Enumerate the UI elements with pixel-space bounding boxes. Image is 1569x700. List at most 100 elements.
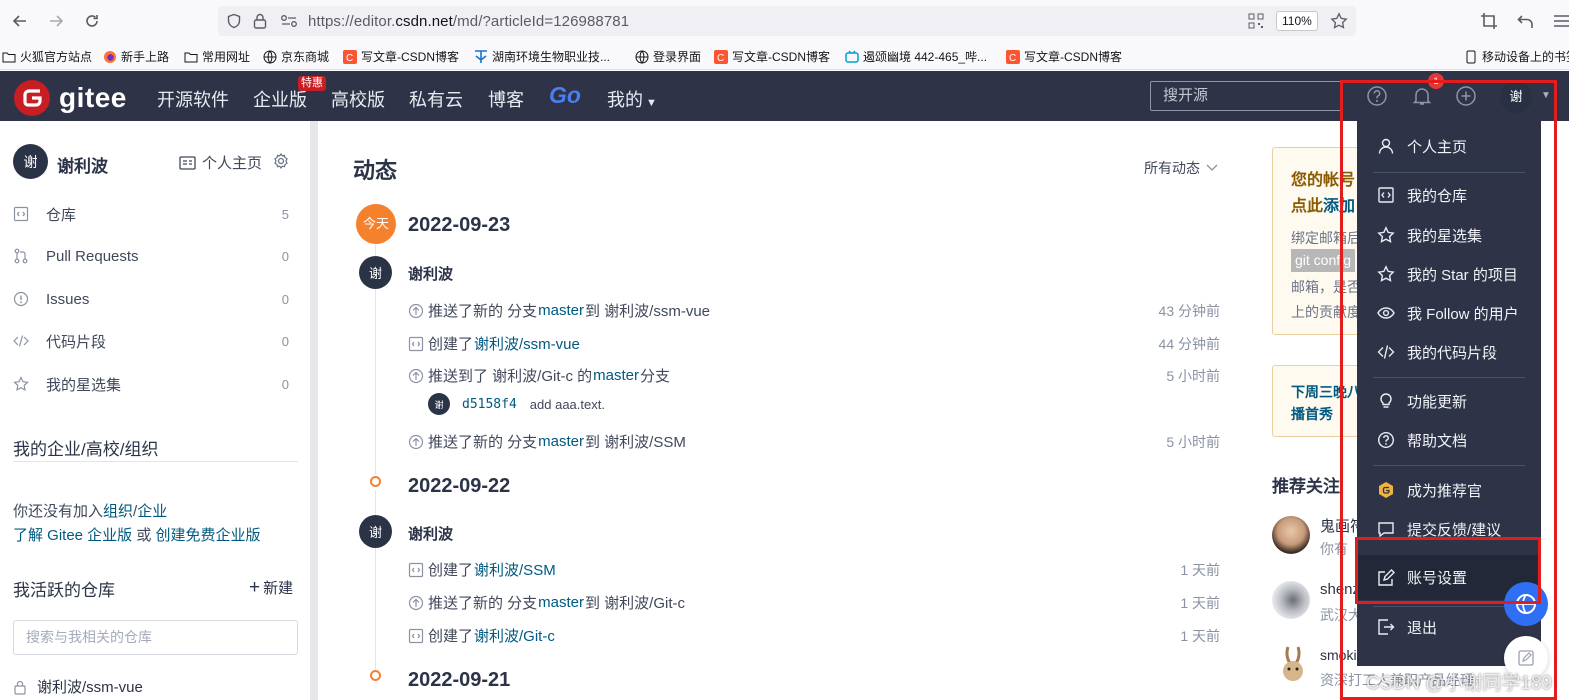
- header-search-input[interactable]: 搜开源: [1150, 81, 1342, 111]
- svg-text:C: C: [346, 53, 353, 64]
- sidebar-scrollbar[interactable]: [310, 121, 318, 700]
- rabbit-avatar[interactable]: [1276, 645, 1310, 685]
- repo-item[interactable]: 谢利波/ssm-vue: [13, 676, 143, 697]
- url-domain: csdn.net: [395, 13, 453, 30]
- csdn-icon: C: [1006, 49, 1020, 64]
- nav-mine[interactable]: 我的 ▼: [607, 86, 657, 112]
- bookmark-item[interactable]: 湖南环境生物职业技...: [474, 48, 610, 65]
- repo-link[interactable]: 谢利波/SSM: [474, 559, 556, 580]
- nav-private-cloud[interactable]: 私有云: [409, 86, 463, 112]
- commit-avatar[interactable]: 谢: [428, 393, 450, 415]
- bookmark-item[interactable]: 常用网址: [184, 48, 250, 65]
- url-text[interactable]: https://editor.csdn.net/md/?articleId=12…: [308, 13, 629, 30]
- permissions-icon[interactable]: [280, 14, 298, 28]
- csdn-icon: C: [714, 49, 728, 64]
- id-card-icon: [179, 155, 196, 170]
- branch-link[interactable]: master: [593, 367, 639, 384]
- url-prefix: https://editor.: [308, 13, 396, 30]
- user-avatar[interactable]: 谢: [359, 515, 392, 548]
- annotation-box: [1340, 80, 1557, 700]
- sidebar-item-issues[interactable]: Issues 0: [13, 289, 303, 309]
- user-avatar[interactable]: [1272, 516, 1310, 554]
- back-button[interactable]: [6, 7, 34, 35]
- bookmark-item[interactable]: C 写文章-CSDN博客: [714, 48, 830, 65]
- forward-button[interactable]: [42, 7, 70, 35]
- gitee-logo[interactable]: gitee: [14, 80, 127, 116]
- browser-toolbar: https://editor.csdn.net/md/?articleId=12…: [0, 0, 1569, 42]
- bookmark-item[interactable]: 京东商城: [263, 48, 329, 65]
- push-icon: [408, 434, 424, 449]
- commit-message: add aaa.text.: [529, 396, 605, 412]
- gitee-logo-icon: [14, 80, 50, 116]
- nav-blog[interactable]: 博客: [488, 86, 524, 112]
- pull-request-icon: [14, 248, 28, 264]
- repo-search-input[interactable]: 搜索与我相关的仓库: [13, 620, 298, 655]
- timeline-dot: [370, 476, 381, 487]
- repo-link[interactable]: 谢利波/Git-c: [474, 625, 555, 646]
- issue-icon: [13, 291, 29, 307]
- activity-time: 1 天前: [1180, 561, 1220, 578]
- bookmark-item[interactable]: C 写文章-CSDN博客: [343, 48, 459, 65]
- school-logo-icon: [475, 49, 487, 63]
- new-repo-button[interactable]: + 新建: [249, 577, 293, 598]
- branch-link[interactable]: master: [538, 302, 584, 319]
- bookmark-item[interactable]: 火狐官方站点: [2, 48, 92, 65]
- user-name[interactable]: 谢利波: [57, 152, 108, 177]
- bookmark-item[interactable]: 登录界面: [635, 48, 701, 65]
- user-avatar[interactable]: 谢: [13, 144, 48, 179]
- bookmark-item[interactable]: 遏颂幽境 442-465_哔...: [845, 48, 987, 65]
- branch-link[interactable]: master: [538, 433, 584, 450]
- branch-link[interactable]: master: [538, 594, 584, 611]
- address-bar[interactable]: https://editor.csdn.net/md/?articleId=12…: [218, 6, 1356, 36]
- gear-icon[interactable]: [273, 153, 289, 169]
- menu-icon[interactable]: [1553, 12, 1569, 30]
- date-heading: 2022-09-23: [408, 214, 511, 236]
- sidebar-item-pull-requests[interactable]: Pull Requests 0: [13, 246, 303, 266]
- nav-education[interactable]: 高校版: [331, 86, 385, 112]
- globe-icon: [263, 50, 277, 63]
- crop-screenshot-icon[interactable]: [1480, 12, 1498, 30]
- lock-icon: [14, 680, 26, 695]
- activity-filter-dropdown[interactable]: 所有动态: [1144, 158, 1218, 178]
- reload-button[interactable]: [78, 7, 106, 35]
- enterprise-link[interactable]: 企业: [137, 503, 167, 520]
- repo-link[interactable]: 谢利波/ssm-vue: [474, 333, 580, 354]
- firefox-icon: [104, 50, 116, 63]
- bookmark-item[interactable]: 新手上路: [103, 48, 169, 65]
- activity-item: 创建了 谢利波/Git-c 1 天前: [408, 625, 1220, 646]
- sidebar-item-snippets[interactable]: 代码片段 0: [13, 331, 303, 351]
- star-icon: [13, 376, 29, 392]
- bookmarks-bar: 火狐官方站点 新手上路 常用网址 京东商城 C 写文章-CSDN博客 湖南环境生物…: [0, 42, 1569, 70]
- mobile-device-icon: [1466, 50, 1476, 63]
- user-avatar[interactable]: 谢: [359, 256, 392, 289]
- push-icon: [408, 368, 424, 383]
- learn-enterprise-link[interactable]: 了解 Gitee 企业版: [13, 527, 132, 544]
- repo-icon: [408, 336, 424, 351]
- activity-time: 5 小时前: [1166, 433, 1220, 450]
- zoom-level[interactable]: 110%: [1276, 11, 1318, 31]
- mobile-bookmarks[interactable]: 移动设备上的书签: [1464, 48, 1569, 65]
- user-avatar[interactable]: [1272, 581, 1310, 619]
- bookmark-item[interactable]: C 写文章-CSDN博客: [1006, 48, 1122, 65]
- home-link[interactable]: 个人主页: [179, 152, 262, 173]
- sidebar-item-repos[interactable]: 仓库 5: [13, 204, 303, 224]
- sidebar-item-collections[interactable]: 我的星选集 0: [13, 374, 303, 394]
- nav-go[interactable]: Go: [549, 82, 581, 109]
- feed-user-name[interactable]: 谢利波: [408, 523, 453, 544]
- notice-event-text: 播首秀: [1291, 406, 1333, 422]
- reload-icon: [86, 15, 98, 27]
- activity-time: 5 小时前: [1166, 367, 1220, 384]
- nav-open-source[interactable]: 开源软件: [157, 86, 229, 112]
- feed-user-name[interactable]: 谢利波: [408, 263, 453, 284]
- activity-item: 创建了 谢利波/SSM 1 天前: [408, 559, 1220, 580]
- qr-code-icon[interactable]: [1248, 13, 1264, 29]
- activity-item: 推送到了 谢利波/Git-c 的 master 分支 5 小时前: [408, 365, 1220, 386]
- repo-icon: [408, 628, 424, 643]
- today-badge: 今天: [356, 204, 396, 244]
- org-link[interactable]: 组织: [103, 503, 133, 520]
- commit-hash-link[interactable]: d5158f4: [462, 397, 517, 412]
- create-enterprise-link[interactable]: 创建免费企业版: [156, 527, 261, 544]
- repo-icon: [13, 206, 29, 222]
- star-bookmark-icon[interactable]: [1330, 12, 1348, 30]
- undo-icon[interactable]: [1517, 12, 1535, 30]
